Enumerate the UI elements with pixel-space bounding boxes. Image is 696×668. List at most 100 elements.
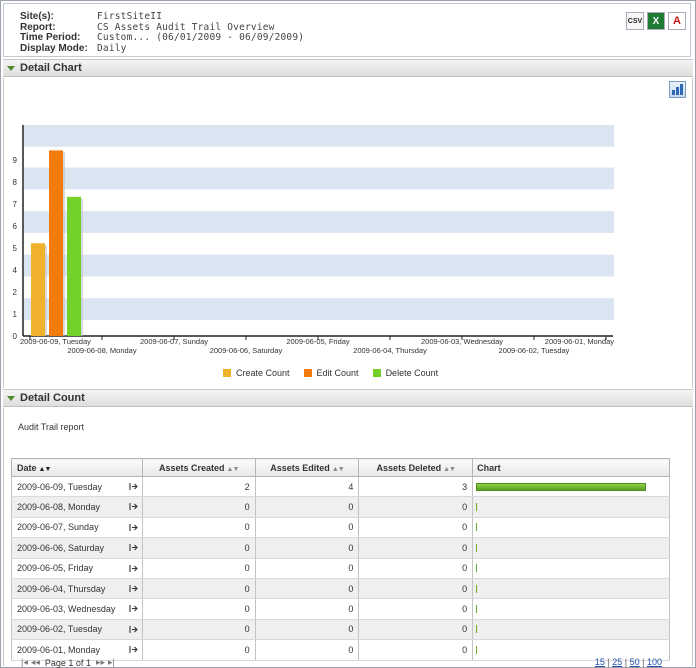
first-page-icon[interactable]: |◂: [20, 657, 29, 668]
period-value: Custom... (06/01/2009 - 06/09/2009): [97, 32, 305, 43]
table-row: 2009-06-05, Friday 0 0 0: [11, 558, 670, 579]
detail-chart-section-header[interactable]: Detail Chart: [3, 59, 693, 77]
legend-item-create: Create Count: [223, 368, 290, 378]
prev-page-icon[interactable]: ◂◂: [30, 657, 41, 668]
table-row: 2009-06-04, Thursday 0 0 0: [11, 578, 670, 600]
created-cell: 0: [141, 619, 256, 641]
edited-cell: 0: [254, 619, 360, 641]
mode-value: Daily: [97, 42, 127, 54]
row-bar-empty: [476, 523, 478, 532]
chart-cell: [472, 598, 670, 620]
y-tick-label: 7: [13, 200, 18, 209]
drilldown-icon[interactable]: [129, 645, 138, 654]
detail-count-section-header[interactable]: Detail Count: [3, 389, 693, 407]
table-row: 2009-06-09, Tuesday 2 4 3: [11, 476, 670, 498]
edited-cell: 0: [254, 517, 360, 539]
site-value: FirstSiteII: [97, 11, 163, 22]
legend-label-create: Create Count: [236, 368, 290, 378]
page-size-50[interactable]: 50: [630, 657, 640, 667]
x-tick-label: 2009-06-03, Wednesday: [421, 337, 503, 346]
y-tick-label: 5: [13, 244, 18, 253]
sort-icon[interactable]: ▲▼: [39, 466, 52, 473]
sort-icon[interactable]: ▲▼: [443, 466, 456, 473]
excel-icon: X: [652, 15, 660, 27]
page-size-100[interactable]: 100: [647, 657, 662, 667]
date-text: 2009-06-03, Wednesday: [17, 604, 116, 615]
bar-chart: 0 1 2 4 5 6 7 8 9 2009-06-09, Tuesday2009-06-08, …: [13, 125, 614, 355]
date-cell: 2009-06-08, Monday: [11, 496, 143, 518]
table-header-row: Date ▲▼ Assets Created ▲▼ Assets Edited ▲▼ …: [11, 458, 670, 477]
x-tick-label: 2009-06-05, Friday: [286, 337, 350, 346]
row-bar-empty: [476, 503, 478, 512]
report-meta: Site(s): FirstSiteII Report: CS Assets Aud…: [20, 11, 305, 54]
y-tick-label: 8: [13, 178, 18, 187]
drilldown-icon[interactable]: [129, 543, 138, 552]
date-cell: 2009-06-02, Tuesday: [11, 619, 143, 641]
date-text: 2009-06-08, Monday: [17, 502, 101, 513]
x-tick-label: 2009-06-07, Sunday: [140, 337, 208, 346]
drilldown-icon[interactable]: [129, 523, 138, 532]
legend-swatch-delete: [372, 369, 381, 377]
grid-band: [24, 167, 614, 190]
y-tick-label: 1: [13, 310, 18, 319]
export-pdf-button[interactable]: A: [668, 12, 686, 30]
deleted-cell: 0: [358, 598, 474, 620]
y-tick-label: 0: [13, 332, 18, 341]
legend-item-edit: Edit Count: [303, 368, 359, 378]
sort-icon[interactable]: ▲▼: [227, 466, 240, 473]
pdf-icon: A: [673, 15, 681, 27]
deleted-cell: 0: [358, 558, 474, 579]
audit-trail-label: Audit Trail report: [18, 422, 85, 432]
drilldown-icon[interactable]: [129, 502, 138, 511]
next-page-icon[interactable]: ▸▸: [95, 657, 106, 668]
created-cell: 0: [141, 639, 256, 661]
grid-band: [24, 254, 614, 277]
drilldown-icon[interactable]: [129, 625, 138, 634]
created-cell: 2: [141, 476, 256, 498]
column-header-edited[interactable]: Assets Edited ▲▼: [254, 458, 360, 477]
date-text: 2009-06-06, Saturday: [17, 542, 105, 553]
page-size-selector: 15 | 25 | 50 | 100: [594, 657, 662, 667]
column-header-date[interactable]: Date ▲▼: [11, 458, 143, 477]
row-bar: [476, 482, 647, 491]
deleted-cell: 0: [358, 619, 474, 641]
chart-legend: Create Count Edit Count Delete Count: [223, 368, 438, 378]
drilldown-icon[interactable]: [129, 604, 138, 613]
chart-cell: [472, 476, 670, 498]
chart-cell: [472, 517, 670, 539]
detail-chart-panel: 0 1 2 4 5 6 7 8 9 2009-06-09, Tuesday 2009-06-08, …: [3, 78, 693, 388]
legend-item-delete: Delete Count: [372, 368, 439, 378]
export-excel-button[interactable]: X: [647, 12, 665, 30]
column-header-chart: Chart: [472, 458, 670, 477]
y-tick-label: 4: [13, 266, 18, 275]
drilldown-icon[interactable]: [129, 584, 138, 593]
y-tick-label: 6: [13, 222, 18, 231]
page-size-25[interactable]: 25: [612, 657, 622, 667]
drilldown-icon[interactable]: [129, 564, 138, 573]
bar: [31, 243, 45, 336]
detail-count-title: Detail Count: [20, 392, 85, 404]
chart-cell: [472, 558, 670, 579]
legend-label-delete: Delete Count: [385, 368, 439, 378]
deleted-cell: 3: [358, 476, 474, 498]
page-size-15[interactable]: 15: [595, 657, 605, 667]
table-row: 2009-06-07, Sunday 0 0 0: [11, 517, 670, 539]
table-row: 2009-06-06, Saturday 0 0 0: [11, 537, 670, 559]
drilldown-icon[interactable]: [129, 482, 138, 491]
column-header-deleted[interactable]: Assets Deleted ▲▼: [358, 458, 474, 477]
collapse-triangle-icon: [7, 65, 15, 71]
deleted-cell: 0: [358, 496, 474, 518]
edited-cell: 4: [254, 476, 360, 498]
last-page-icon[interactable]: ▸|: [107, 657, 116, 668]
y-tick-label: 9: [13, 156, 18, 165]
table-row: 2009-06-08, Monday 0 0 0: [11, 496, 670, 518]
site-label: Site(s):: [20, 11, 54, 22]
sort-icon[interactable]: ▲▼: [332, 466, 345, 473]
pagination: |◂ ◂◂ Page 1 of 1 ▸▸ ▸|: [20, 657, 116, 668]
column-header-created[interactable]: Assets Created ▲▼: [141, 458, 256, 477]
edited-cell: 0: [254, 639, 360, 661]
deleted-cell: 0: [358, 578, 474, 600]
edited-cell: 0: [254, 578, 360, 600]
export-csv-button[interactable]: CSV: [626, 12, 644, 30]
edited-cell: 0: [254, 598, 360, 620]
